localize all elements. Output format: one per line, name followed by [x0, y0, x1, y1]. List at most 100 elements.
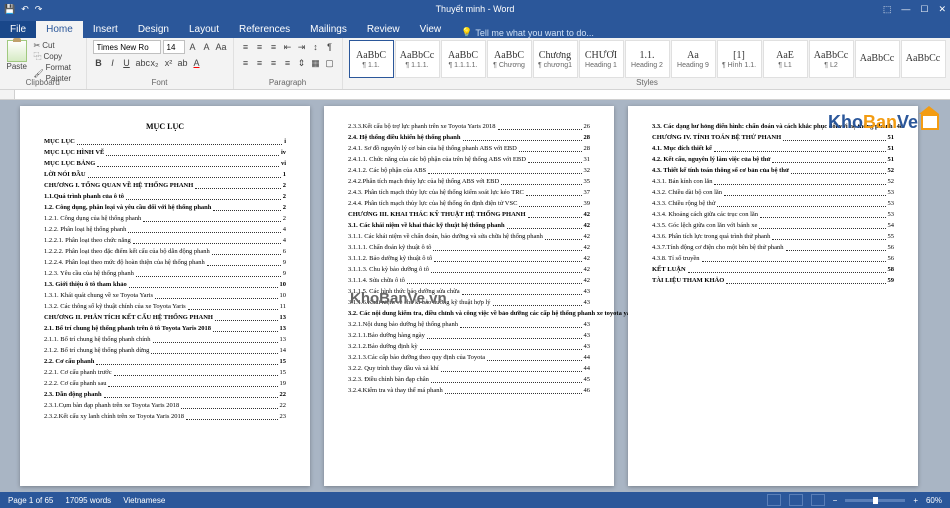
- italic-button[interactable]: I: [107, 56, 119, 70]
- document-area[interactable]: KhoBanVe KhoBanVe.vn Copyright © KhoBanV…: [0, 100, 950, 492]
- tab-view[interactable]: View: [410, 21, 452, 38]
- change-case-icon[interactable]: Aa: [215, 40, 227, 54]
- toc-line: 3.1.1. Các khái niệm về chẩn đoán, bảo d…: [348, 232, 590, 242]
- decrease-indent-icon[interactable]: ⇤: [282, 40, 294, 54]
- toc-line: 2.4.1. Sơ đồ nguyên lý cơ bản của hệ thố…: [348, 144, 590, 154]
- text-highlight-icon[interactable]: ab: [177, 56, 189, 70]
- style-item[interactable]: AaBbCc: [855, 40, 900, 78]
- bold-button[interactable]: B: [93, 56, 105, 70]
- print-layout-icon[interactable]: [789, 494, 803, 506]
- strike-button[interactable]: abc: [135, 56, 147, 70]
- align-center-icon[interactable]: ≡: [254, 56, 266, 70]
- style-item[interactable]: [1]¶ Hình 1.1.: [717, 40, 762, 78]
- save-icon[interactable]: 💾: [4, 4, 15, 15]
- multilevel-icon[interactable]: ≡: [268, 40, 280, 54]
- pilcrow-icon[interactable]: ¶: [324, 40, 336, 54]
- style-item[interactable]: AaBbC¶ 1.1.: [349, 40, 394, 78]
- justify-icon[interactable]: ≡: [282, 56, 294, 70]
- style-item[interactable]: AaBbCc¶ L2: [809, 40, 854, 78]
- toc-line: 1.2.2. Phân loại hệ thống phanh4: [44, 225, 286, 235]
- styles-label: Styles: [349, 78, 946, 87]
- tab-design[interactable]: Design: [128, 21, 179, 38]
- copy-button[interactable]: ⿻Copy: [33, 51, 79, 62]
- style-item[interactable]: Chương¶ chương1: [533, 40, 578, 78]
- style-item[interactable]: AaBbCc: [901, 40, 946, 78]
- ribbon-options-icon[interactable]: ⬚: [883, 4, 892, 15]
- zoom-slider[interactable]: [845, 499, 905, 502]
- page-2: 2.3.3.Kết cấu bộ trợ lực phanh trên xe T…: [324, 106, 614, 486]
- tab-layout[interactable]: Layout: [179, 21, 229, 38]
- tab-review[interactable]: Review: [357, 21, 410, 38]
- word-count[interactable]: 17095 words: [65, 496, 111, 505]
- font-group: A A Aa B I U abc x₂ x² ab A Font: [87, 38, 234, 89]
- align-left-icon[interactable]: ≡: [240, 56, 252, 70]
- toc-line: 1.2.2.4. Phân loại theo mức độ hoàn thiệ…: [44, 258, 286, 268]
- undo-icon[interactable]: ↶: [21, 4, 29, 15]
- sort-icon[interactable]: ↕: [310, 40, 322, 54]
- toc-line: 4.3. Thiết kế tính toán thông số cơ bản …: [652, 166, 894, 176]
- toc-line: 3.1.1.3. Chu kỳ bảo dưỡng ô tô42: [348, 265, 590, 275]
- style-item[interactable]: AaHeading 9: [671, 40, 716, 78]
- toc-line: 3.2.1.Nội dung bảo dưỡng hệ thống phanh4…: [348, 320, 590, 330]
- read-mode-icon[interactable]: [767, 494, 781, 506]
- styles-group: AaBbC¶ 1.1.AaBbCc¶ 1.1.1.AaBbC¶ 1.1.1.1.…: [343, 38, 950, 89]
- language-indicator[interactable]: Vietnamese: [123, 496, 165, 505]
- scissors-icon: ✂: [33, 40, 40, 51]
- page-indicator[interactable]: Page 1 of 65: [8, 496, 53, 505]
- toc-line: 1.2. Công dụng, phân loại và yêu cầu đối…: [44, 203, 286, 213]
- tab-file[interactable]: File: [0, 21, 36, 38]
- font-color-icon[interactable]: A: [191, 56, 203, 70]
- toc-line: 2.3.2.Kết cấu xy lanh chính trên xe Toyo…: [44, 412, 286, 422]
- bullets-icon[interactable]: ≡: [240, 40, 252, 54]
- borders-icon[interactable]: ▢: [324, 56, 336, 70]
- font-name-select[interactable]: [93, 40, 161, 54]
- align-right-icon[interactable]: ≡: [268, 56, 280, 70]
- style-item[interactable]: AaE¶ L1: [763, 40, 808, 78]
- toc-line: 4.3.2. Chiều dài bộ con lăn53: [652, 188, 894, 198]
- toc-line: 4.2. Kết cấu, nguyên lý làm việc của bệ …: [652, 155, 894, 165]
- style-item[interactable]: CHƯƠIHeading 1: [579, 40, 624, 78]
- redo-icon[interactable]: ↷: [35, 4, 43, 15]
- increase-indent-icon[interactable]: ⇥: [296, 40, 308, 54]
- toc-line: 2.2.2. Cơ cấu phanh sau19: [44, 379, 286, 389]
- font-size-select[interactable]: [163, 40, 185, 54]
- subscript-button[interactable]: x₂: [149, 56, 161, 70]
- toc-line: 3.1. Các khái niệm về khai thác kỹ thuật…: [348, 221, 590, 231]
- zoom-out-button[interactable]: −: [833, 496, 838, 505]
- paste-button[interactable]: Paste: [6, 40, 27, 78]
- toc-line: CHƯƠNG III. KHAI THÁC KỸ THUẬT HỆ THỐNG …: [348, 210, 590, 220]
- numbering-icon[interactable]: ≡: [254, 40, 266, 54]
- qat: 💾 ↶ ↷: [4, 4, 42, 15]
- tab-home[interactable]: Home: [36, 21, 83, 38]
- style-item[interactable]: AaBbC¶ Chương: [487, 40, 532, 78]
- style-item[interactable]: 1.1.Heading 2: [625, 40, 670, 78]
- window-title: Thuyết minh - Word: [436, 4, 515, 14]
- shading-icon[interactable]: ▦: [310, 56, 322, 70]
- style-item[interactable]: AaBbC¶ 1.1.1.1.: [441, 40, 486, 78]
- toc-line: 2.1.1. Bố trí chung hệ thống phanh chính…: [44, 335, 286, 345]
- line-spacing-icon[interactable]: ⇕: [296, 56, 308, 70]
- minimize-icon[interactable]: —: [901, 4, 910, 15]
- toc-line: CHƯƠNG II. PHÂN TÍCH KẾT CẤU HỆ THỐNG PH…: [44, 313, 286, 323]
- tab-references[interactable]: References: [229, 21, 300, 38]
- tab-mailings[interactable]: Mailings: [300, 21, 357, 38]
- maximize-icon[interactable]: ☐: [920, 4, 928, 15]
- horizontal-ruler[interactable]: [0, 90, 950, 100]
- style-item[interactable]: AaBbCc¶ 1.1.1.: [395, 40, 440, 78]
- toc-line: 1.2.2.2. Phân loại theo đặc điểm kết cấu…: [44, 247, 286, 257]
- underline-button[interactable]: U: [121, 56, 133, 70]
- toc-line: 2.4.1.2. Các bộ phận của ABS32: [348, 166, 590, 176]
- toc-line: 2.3.1.Cụm bàn đạp phanh trên xe Toyota Y…: [44, 401, 286, 411]
- toc-line: 3.1.1.4. Sửa chữa ô tô42: [348, 276, 590, 286]
- zoom-level[interactable]: 60%: [926, 496, 942, 505]
- shrink-font-icon[interactable]: A: [201, 40, 213, 54]
- tell-me-search[interactable]: 💡Tell me what you want to do...: [461, 27, 594, 38]
- close-icon[interactable]: ✕: [938, 4, 946, 15]
- zoom-in-button[interactable]: +: [913, 496, 918, 505]
- tab-insert[interactable]: Insert: [83, 21, 128, 38]
- grow-font-icon[interactable]: A: [187, 40, 199, 54]
- superscript-button[interactable]: x²: [163, 56, 175, 70]
- web-layout-icon[interactable]: [811, 494, 825, 506]
- cut-button[interactable]: ✂Cut: [33, 40, 79, 51]
- toc-line: 4.3.7.Tính động cơ điện cho một bên bệ t…: [652, 243, 894, 253]
